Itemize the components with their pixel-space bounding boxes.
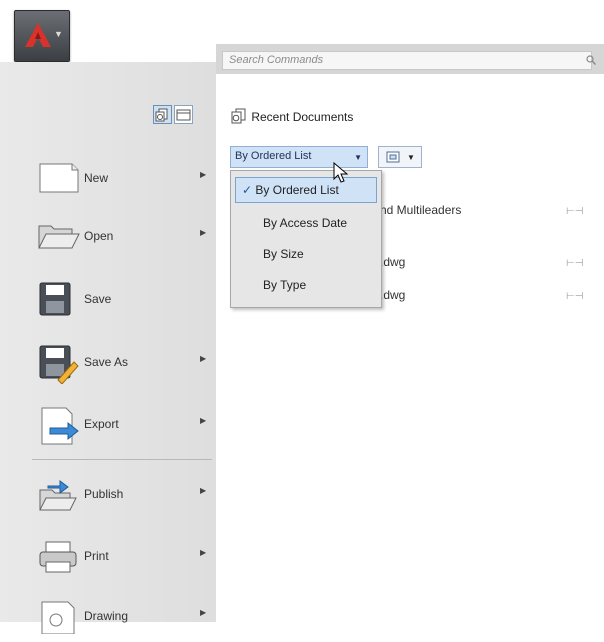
submenu-arrow-icon: ▶ <box>200 608 207 617</box>
submenu-arrow-icon: ▶ <box>200 548 207 557</box>
document-name: nd Multileaders <box>380 203 462 217</box>
floppy-disk-icon <box>39 282 71 316</box>
submenu-arrow-icon: ▶ <box>200 486 207 495</box>
submenu-arrow-icon: ▶ <box>200 354 207 363</box>
chevron-down-icon: ▼ <box>54 29 63 39</box>
recent-documents-title: Recent Documents <box>251 110 354 124</box>
option-label: By Type <box>263 278 307 292</box>
recent-documents-header: Recent Documents <box>230 108 353 124</box>
order-select-value: By Ordered List <box>235 150 312 162</box>
menu-item-new[interactable]: New ▶ <box>30 154 220 204</box>
menu-item-print[interactable]: Print ▶ <box>30 532 220 582</box>
title-bar <box>0 0 604 42</box>
document-name: .dwg <box>380 255 406 269</box>
menu-item-export[interactable]: Export ▶ <box>30 400 220 450</box>
menu-item-open[interactable]: Open ▶ <box>30 212 220 262</box>
submenu-arrow-icon: ▶ <box>200 416 207 425</box>
autocad-logo-icon <box>25 23 51 47</box>
icon-view-icon <box>386 151 400 163</box>
recent-document-row[interactable]: .dwg <box>380 288 405 302</box>
document-name: .dwg <box>380 288 406 302</box>
mouse-cursor-icon <box>333 162 349 183</box>
submenu-arrow-icon: ▶ <box>200 170 207 179</box>
order-option-access-date[interactable]: By Access Date <box>235 211 377 237</box>
open-documents-icon <box>176 109 191 121</box>
search-commands-input[interactable]: Search Commands <box>222 51 592 70</box>
menu-item-publish[interactable]: Publish ▶ <box>30 470 220 520</box>
option-label: By Ordered List <box>255 183 339 197</box>
publish-icon <box>39 480 77 511</box>
recent-documents-pane <box>216 42 604 622</box>
export-icon <box>41 407 79 445</box>
folder-open-icon <box>38 225 80 249</box>
document-display-select[interactable]: ▼ <box>378 146 422 168</box>
recent-document-row[interactable]: nd Multileaders <box>380 203 461 217</box>
order-option-size[interactable]: By Size <box>235 242 377 268</box>
order-option-ordered-list[interactable]: ✓ By Ordered List <box>235 177 377 203</box>
new-file-icon <box>39 163 79 193</box>
menu-item-label: Publish <box>84 487 124 501</box>
option-label: By Access Date <box>263 216 348 230</box>
application-menu-button[interactable]: ▼ <box>14 10 70 62</box>
menu-item-drawing-utilities[interactable]: Drawing ▶ <box>30 592 220 642</box>
menu-item-label: Open <box>84 229 114 243</box>
menu-item-label: Export <box>84 417 119 431</box>
order-dropdown-menu: ✓ By Ordered List By Access Date By Size… <box>230 170 382 308</box>
pin-icon[interactable]: ⊢⊣ <box>566 291 583 302</box>
recent-document-row[interactable]: .dwg <box>380 255 405 269</box>
option-label: By Size <box>263 247 304 261</box>
menu-divider <box>32 459 212 460</box>
recent-documents-icon <box>231 108 246 124</box>
menu-item-label: New <box>84 171 109 185</box>
recent-documents-view-button[interactable] <box>153 105 172 124</box>
save-as-icon <box>39 345 79 384</box>
search-icon[interactable] <box>586 55 596 65</box>
open-documents-view-button[interactable] <box>174 105 193 124</box>
menu-item-save-as[interactable]: Save As ▶ <box>30 338 220 388</box>
menu-item-label: Print <box>84 549 109 563</box>
menu-item-label: Save As <box>84 355 129 369</box>
checkmark-icon: ✓ <box>242 183 253 197</box>
order-option-type[interactable]: By Type <box>235 273 377 299</box>
printer-icon <box>39 541 77 573</box>
submenu-arrow-icon: ▶ <box>200 228 207 237</box>
pin-icon[interactable]: ⊢⊣ <box>566 258 583 269</box>
menu-item-label: Drawing <box>84 609 129 623</box>
chevron-down-icon: ▼ <box>407 153 415 162</box>
recent-documents-icon <box>155 108 168 122</box>
menu-item-label: Save <box>84 292 112 306</box>
menu-item-save[interactable]: Save <box>30 275 220 325</box>
drawing-utilities-icon <box>41 601 75 634</box>
pin-icon[interactable]: ⊢⊣ <box>566 206 583 217</box>
chevron-down-icon: ▼ <box>354 153 362 162</box>
